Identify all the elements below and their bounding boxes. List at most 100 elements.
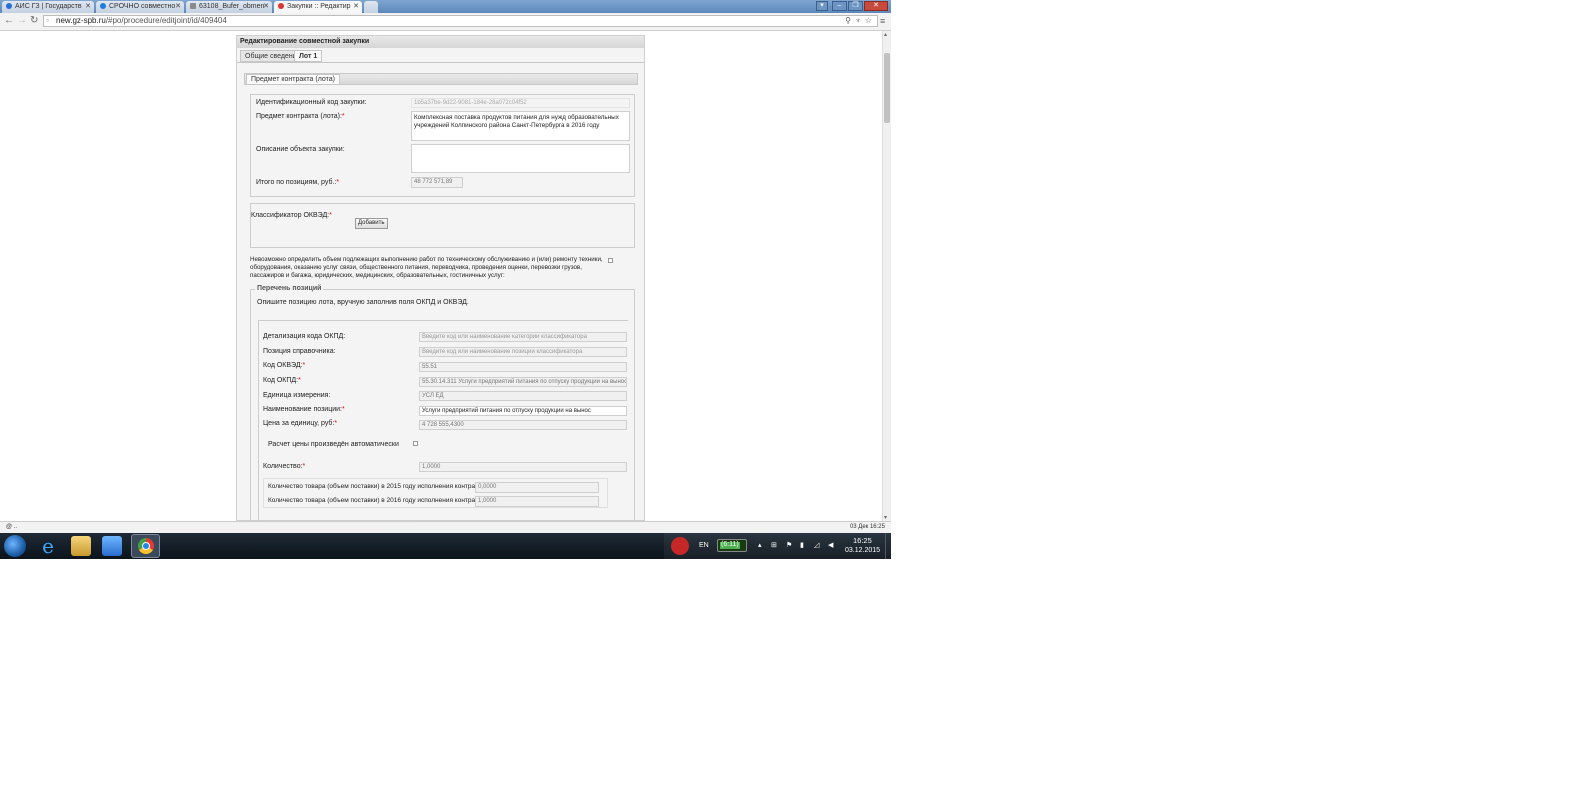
status-text-right: 03 Дек 16:25: [849, 524, 885, 530]
file-icon: [190, 3, 196, 9]
unit-price-field: 4 728 555,4300: [419, 420, 627, 430]
unit-label: Единица измерения:: [263, 392, 331, 399]
zoom-icon[interactable]: ⚲: [845, 16, 851, 26]
windows-taskbar: e EN (6:11) ▴ ⊞ ⚑ ▮ ◿ ◀ 16:25 03.12.2015: [0, 533, 891, 559]
close-tab-icon[interactable]: ✕: [263, 1, 269, 13]
required-mark: *: [329, 212, 332, 219]
okpd-detail-input[interactable]: Введите код или наименование категории к…: [419, 332, 627, 342]
browser-tab-active[interactable]: Закупки :: Редактир ✕: [274, 1, 362, 13]
browser-tab-strip: АИС ГЗ | Государств ✕ СРОЧНО совместно ✕ 6…: [0, 0, 891, 13]
site-favicon-icon: [100, 3, 106, 9]
tab-title: 63108_Bufer_obmen: [199, 3, 265, 10]
unit-price-label-text: Цена за единицу, руб:: [263, 420, 335, 427]
tab-divider: [237, 62, 644, 63]
restore-button[interactable]: ❐: [848, 1, 863, 11]
okpd-code-label: Код ОКПД:*: [263, 377, 301, 384]
quantity-label-text: Количество:: [263, 463, 303, 470]
required-mark: *: [334, 420, 338, 427]
url-input[interactable]: ▫ new.gz-spb.ru/#po/procedure/editjoint/…: [43, 15, 878, 27]
file-explorer-icon[interactable]: [71, 536, 91, 556]
url-path: /#po/procedure/editjoint/id/409404: [105, 16, 227, 25]
clock-time[interactable]: 16:25: [853, 536, 872, 545]
identification-code-field: 1b5a37be-9d22-9081-184e-28a072c04f52: [411, 98, 630, 108]
status-bar: @ .. 03 Дек 16:25: [0, 521, 891, 533]
download-indicator-icon[interactable]: ▾: [816, 1, 828, 11]
show-desktop-button[interactable]: [885, 533, 892, 559]
battery-icon[interactable]: (6:11): [717, 539, 747, 552]
quantity-field[interactable]: 1,0000: [419, 462, 627, 472]
auto-price-label: Расчет цены произведён автоматически: [268, 441, 399, 448]
antivirus-tray-icon[interactable]: [671, 537, 689, 555]
language-indicator[interactable]: EN: [699, 542, 709, 549]
vertical-scrollbar[interactable]: ▴ ▾: [882, 31, 891, 521]
position-name-input[interactable]: Услуги предприятий питания по отпуску пр…: [419, 406, 627, 416]
chrome-icon-center: [142, 542, 150, 550]
object-description-label: Описание объекта закупки:: [256, 146, 345, 153]
tab-title: АИС ГЗ | Государств: [15, 3, 82, 10]
required-mark: *: [336, 179, 340, 186]
close-window-button[interactable]: ✕: [864, 1, 888, 11]
contract-subject-label: Предмет контракта (лота):*: [256, 113, 345, 120]
menu-icon[interactable]: ≡: [880, 15, 885, 27]
clock-date[interactable]: 03.12.2015: [845, 547, 880, 554]
quantity-label: Количество:*: [263, 463, 305, 470]
show-hidden-icons[interactable]: ▴: [758, 541, 762, 549]
total-label: Итого по позициям, руб.:*: [256, 179, 339, 186]
page-icon: ▫: [46, 16, 49, 25]
okpd-detail-label: Детализация кода ОКПД:: [263, 333, 346, 340]
extension-icon[interactable]: ♆: [855, 16, 861, 26]
contract-subject-textarea[interactable]: Комплексная поставка продуктов питания д…: [411, 111, 630, 141]
ref-position-input[interactable]: Введите код или наименование позиции кла…: [419, 347, 627, 357]
okved-code-label-text: Код ОКВЭД:: [263, 362, 303, 369]
start-button-icon[interactable]: [4, 535, 26, 557]
add-okved-button[interactable]: Добавить: [355, 218, 388, 229]
tab-lot-1[interactable]: Лот 1: [294, 50, 323, 62]
tab-contract-subject[interactable]: Предмет контракта (лота): [246, 74, 340, 85]
network-signal-icon[interactable]: ◿: [814, 541, 819, 549]
close-tab-icon[interactable]: ✕: [85, 1, 91, 13]
position-name-label: Наименование позиции:*: [263, 406, 345, 413]
battery-time: (6:11): [721, 541, 739, 548]
page-viewport: Редактирование совместной закупки Общие …: [0, 31, 882, 521]
qty-2015-field[interactable]: 0,0000: [475, 482, 599, 493]
browser-tab[interactable]: СРОЧНО совместно ✕: [96, 1, 184, 13]
forward-arrow-icon[interactable]: →: [17, 15, 27, 27]
address-toolbar: ← → ↻ ▫ new.gz-spb.ru/#po/procedure/edit…: [0, 13, 891, 31]
bookmark-star-icon[interactable]: ☆: [865, 16, 872, 26]
volume-icon[interactable]: ◀: [828, 541, 833, 549]
unit-price-label: Цена за единицу, руб:*: [263, 420, 337, 427]
reload-icon[interactable]: ↻: [30, 15, 38, 27]
impossible-to-define-checkbox[interactable]: [608, 258, 613, 263]
site-favicon-icon: [278, 3, 284, 9]
scroll-down-arrow-icon[interactable]: ▾: [884, 514, 887, 521]
okved-classifier-label-text: Классификатор ОКВЭД:: [251, 212, 330, 219]
contract-subject-label-text: Предмет контракта (лота):: [256, 113, 342, 120]
qty-2016-field[interactable]: 1,0000: [475, 496, 599, 507]
position-name-label-text: Наименование позиции:: [263, 406, 342, 413]
required-mark: *: [341, 113, 345, 120]
back-arrow-icon[interactable]: ←: [4, 15, 14, 27]
positions-legend: Перечень позиций: [255, 285, 324, 292]
close-tab-icon[interactable]: ✕: [353, 1, 359, 13]
positions-hint: Опишите позицию лота, вручную заполнив п…: [257, 299, 469, 306]
object-description-textarea[interactable]: [411, 144, 630, 173]
windows-flag-icon[interactable]: ⊞: [771, 541, 777, 549]
new-tab-button[interactable]: [364, 1, 378, 13]
total-label-text: Итого по позициям, руб.:: [256, 179, 337, 186]
minimize-button[interactable]: –: [832, 1, 847, 11]
okpd-code-label-text: Код ОКПД:: [263, 377, 299, 384]
power-icon[interactable]: ▮: [800, 541, 804, 549]
close-tab-icon[interactable]: ✕: [175, 1, 181, 13]
okved-code-label: Код ОКВЭД:*: [263, 362, 305, 369]
scroll-up-arrow-icon[interactable]: ▴: [884, 31, 887, 38]
media-player-icon[interactable]: [102, 536, 122, 556]
internet-explorer-icon[interactable]: e: [38, 536, 58, 556]
url-host: new.gz-spb.ru: [56, 16, 106, 25]
browser-tab[interactable]: 63108_Bufer_obmen ✕: [186, 1, 272, 13]
chrome-taskbar-button[interactable]: [131, 534, 160, 558]
browser-tab[interactable]: АИС ГЗ | Государств ✕: [2, 1, 94, 13]
action-center-flag-icon[interactable]: ⚑: [786, 541, 792, 549]
auto-price-checkbox[interactable]: [413, 441, 418, 446]
required-mark: *: [341, 406, 345, 413]
scrollbar-thumb[interactable]: [884, 53, 890, 123]
